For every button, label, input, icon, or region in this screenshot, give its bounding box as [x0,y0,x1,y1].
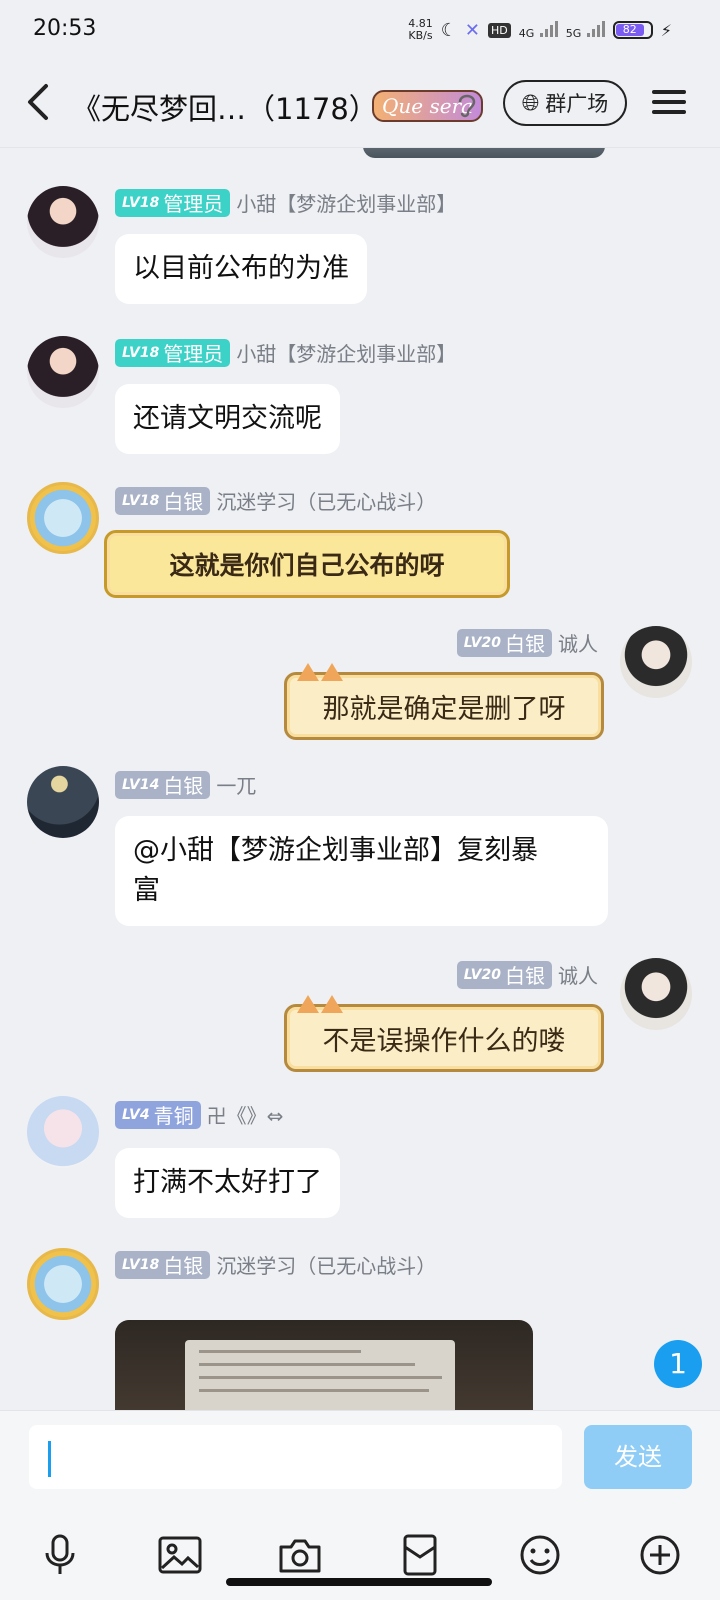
previous-image-message[interactable] [363,148,605,158]
message-meta: LV18 白银 沉迷学习（已无心战斗） [115,486,436,515]
input-toolbar [0,1525,720,1585]
emoji-icon[interactable] [510,1525,570,1585]
image-icon[interactable] [150,1525,210,1585]
group-title[interactable]: 《无尽梦回…（1178） [72,86,378,128]
signal-5g-icon: 5G [566,20,605,40]
level-badge: LV18 管理员 [115,338,231,367]
sender-name[interactable]: 诚人 [558,960,598,989]
home-indicator[interactable] [226,1578,492,1586]
chat-message-list[interactable]: LV18 管理员 小甜【梦游企划事业部】 以目前公布的为准 LV18 管理员 小甜【… [0,148,720,1410]
avatar[interactable] [620,626,692,698]
cat-ear-decoration [297,663,319,681]
message-meta: LV18 管理员 小甜【梦游企划事业部】 [115,188,456,217]
level-badge: LV20 白银 [456,960,552,989]
message-bubble[interactable]: @小甜【梦游企划事业部】复刻暴 富 [115,816,608,926]
group-square-label: 群广场 [545,92,609,116]
message-meta: LV4 青铜 卍《》⇔ [115,1100,283,1129]
message-bubble[interactable]: 打满不太好打了 [115,1148,340,1218]
moon-icon: ☾ [440,19,457,41]
network-speed: 4.81 KB/s [408,17,433,42]
status-bar: 20:53 4.81 KB/s ☾ ✕ HD 4G 5G 82 ⚡ [0,0,720,62]
message-meta: LV18 白银 沉迷学习（已无心战斗） [115,1250,436,1279]
chat-header: 《无尽梦回…（1178） Que sera 🌐︎ 群广场 [0,62,720,148]
message-bubble[interactable]: 以目前公布的为准 [115,234,367,304]
image-message[interactable] [115,1320,533,1410]
avatar[interactable] [27,1248,99,1320]
sender-name[interactable]: 沉迷学习（已无心战斗） [216,1250,436,1279]
level-badge: LV14 白银 [115,770,211,799]
message-meta: LV20 白银 诚人 [456,960,598,989]
bolt-icon: ⚡ [660,20,672,40]
microphone-icon[interactable] [30,1525,90,1585]
send-button[interactable]: 发送 [584,1425,692,1489]
text-caret [48,1441,51,1477]
message-meta: LV20 白银 诚人 [456,628,598,657]
avatar[interactable] [27,186,99,258]
sender-name[interactable]: 小甜【梦游企划事业部】 [236,188,456,217]
avatar[interactable] [27,1096,99,1168]
red-packet-icon[interactable] [390,1525,450,1585]
message-bubble[interactable]: 这就是你们自己公布的呀 [104,530,510,598]
new-message-badge[interactable]: 1 [654,1340,702,1388]
cat-ear-decoration [297,995,319,1013]
plus-icon[interactable] [630,1525,690,1585]
sender-name[interactable]: 小甜【梦游企划事业部】 [236,338,456,367]
mute-icon: ✕ [464,19,480,41]
avatar[interactable] [27,336,99,408]
image-thumbnail [185,1340,455,1410]
message-bubble[interactable]: 还请文明交流呢 [115,384,340,454]
camera-icon[interactable] [270,1525,330,1585]
message-meta: LV14 白银 一兀 [115,770,256,799]
sender-name[interactable]: 卍《》⇔ [207,1100,284,1129]
back-button[interactable] [24,82,50,129]
level-badge: LV4 青铜 [115,1100,201,1129]
globe-icon: 🌐︎ [521,90,540,116]
ear-icon[interactable] [456,90,478,124]
input-bar: 发送 [0,1410,720,1600]
level-badge: LV18 白银 [115,486,211,515]
battery-icon: 82 [612,21,653,39]
message-bubble[interactable]: 不是误操作什么的喽 [284,995,604,1072]
avatar[interactable] [27,482,99,554]
menu-button[interactable] [652,84,686,120]
level-badge: LV18 白银 [115,1250,211,1279]
status-icons: 4.81 KB/s ☾ ✕ HD 4G 5G 82 ⚡ [408,18,672,42]
message-bubble[interactable]: 那就是确定是删了呀 [284,663,604,740]
sender-name[interactable]: 诚人 [558,628,598,657]
level-badge: LV20 白银 [456,628,552,657]
battery-level: 82 [615,24,644,36]
avatar[interactable] [27,766,99,838]
chevron-left-icon [28,84,48,120]
message-input[interactable] [29,1425,562,1489]
status-time: 20:53 [33,16,97,41]
message-meta: LV18 管理员 小甜【梦游企划事业部】 [115,338,456,367]
level-badge: LV18 管理员 [115,188,231,217]
avatar[interactable] [620,958,692,1030]
sender-name[interactable]: 沉迷学习（已无心战斗） [216,486,436,515]
sender-name[interactable]: 一兀 [216,770,256,799]
hd-icon: HD [487,22,511,38]
signal-4g-icon: 4G [519,20,558,40]
group-square-button[interactable]: 🌐︎ 群广场 [503,80,627,126]
